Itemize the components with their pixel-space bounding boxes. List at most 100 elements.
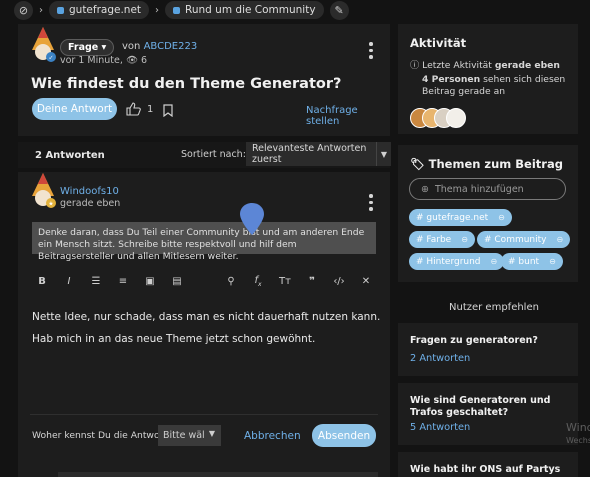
- next-answer-edge: [58, 472, 378, 477]
- sort-select[interactable]: Relevanteste Antworten zuerst ▼: [246, 142, 391, 166]
- recommend-card[interactable]: Wie habt ihr ONS auf Partys: [398, 452, 578, 477]
- tag-label: # gutefrage.net: [416, 212, 489, 223]
- chevron-right-icon: ›: [155, 4, 160, 16]
- plus-circle-icon: ⊕: [421, 183, 429, 195]
- tag-icon: 🏷︎: [410, 157, 425, 171]
- windows-activation-watermark: Wind Wechs: [566, 422, 590, 447]
- last-activity-label: Letzte Aktivität: [422, 60, 492, 71]
- recommend-question[interactable]: Wie habt ihr ONS auf Partys: [410, 464, 572, 476]
- avatar[interactable]: ✓: [30, 26, 56, 62]
- breadcrumb-item-gutefrage[interactable]: gutefrage.net: [49, 1, 150, 19]
- more-options-icon[interactable]: [369, 42, 373, 59]
- tag-gutefrage[interactable]: # gutefrage.net ⊖: [409, 209, 512, 226]
- chevron-down-icon: ▼: [208, 429, 215, 438]
- activity-title: Aktivität: [410, 36, 467, 50]
- author-link[interactable]: ABCDE223: [144, 41, 198, 52]
- answer-count: 2 Antworten: [35, 150, 105, 161]
- compass-icon[interactable]: ⊘: [14, 0, 33, 20]
- like-button[interactable]: 1: [126, 102, 153, 116]
- question-type-label: Frage: [68, 42, 99, 53]
- link-icon: ⊖: [461, 235, 468, 244]
- view-count: 6: [141, 55, 148, 66]
- chevron-down-icon: ▼: [376, 142, 391, 166]
- link-icon: ⊖: [490, 257, 498, 266]
- edit-pencil-icon[interactable]: ✎: [329, 0, 349, 20]
- viewer-avatar[interactable]: [446, 108, 466, 128]
- quote-icon[interactable]: ❞: [302, 276, 322, 287]
- text-size-icon[interactable]: Tт: [275, 276, 295, 287]
- question-type-badge[interactable]: Frage ▾: [60, 39, 115, 56]
- answers-header: 2 Antworten Sortiert nach: Relevanteste …: [18, 142, 391, 168]
- themes-card: 🏷︎ Themen zum Beitrag ⊕ Thema hinzufügen…: [398, 145, 578, 282]
- code-icon[interactable]: ‹/›: [329, 276, 349, 287]
- viewers-line: 4 Personen sehen sich diesen Beitrag ger…: [410, 74, 572, 98]
- tag-label: # bunt: [508, 256, 540, 267]
- format-toolbar: B I ☰ ≡ ▣ ▤ ⚲ fx Tт ❞ ‹/› ✕: [32, 275, 376, 288]
- recommend-card[interactable]: Wie sind Generatoren und Trafos geschalt…: [398, 383, 578, 445]
- italic-icon[interactable]: I: [59, 276, 79, 287]
- link-icon[interactable]: ⚲: [221, 276, 241, 287]
- chevron-right-icon: ›: [39, 4, 43, 16]
- recommend-card[interactable]: Fragen zu generatoren? 2 Antworten: [398, 323, 578, 376]
- tag-bunt[interactable]: # bunt ⊖: [501, 253, 563, 270]
- add-theme-input[interactable]: ⊕ Thema hinzufügen: [409, 178, 566, 200]
- clear-format-icon[interactable]: ✕: [356, 276, 376, 287]
- clock-icon: ⓘ: [410, 60, 420, 71]
- community-hint: Denke daran, dass Du Teil einer Communit…: [32, 222, 376, 262]
- author-line: von ABCDE223: [122, 41, 197, 52]
- author-prefix: von: [122, 41, 141, 52]
- viewer-count: 4 Personen: [422, 74, 481, 85]
- source-value: Bitte wäl: [163, 430, 205, 441]
- answer-text[interactable]: Nette Idee, nur schade, dass man es nich…: [32, 306, 380, 350]
- link-icon: ⊖: [498, 213, 505, 222]
- video-icon[interactable]: ▤: [167, 276, 187, 287]
- tag-community[interactable]: # Community ⊖: [477, 231, 571, 248]
- activity-card: Aktivität ⓘ Letzte Aktivität gerade eben…: [398, 24, 578, 134]
- recommend-heading: Nutzer empfehlen: [449, 302, 539, 313]
- cancel-button[interactable]: Abbrechen: [244, 430, 301, 442]
- link-icon: ⊖: [549, 257, 556, 266]
- follow-up-link[interactable]: Nachfrage stellen: [306, 105, 390, 127]
- svg-text:✓: ✓: [48, 55, 53, 62]
- source-label: Woher kennst Du die Antwort?: [32, 430, 172, 441]
- like-count: 1: [147, 103, 154, 115]
- tag-color-icon: [57, 6, 64, 14]
- answer-author[interactable]: Windoofs10: [60, 186, 119, 197]
- themes-title: 🏷︎ Themen zum Beitrag: [410, 157, 563, 171]
- link-icon: ⊖: [556, 235, 564, 244]
- numbered-list-icon[interactable]: ≡: [113, 276, 133, 287]
- recommend-answers-link[interactable]: 2 Antworten: [410, 353, 470, 364]
- tag-hintergrund[interactable]: # Hintergrund ⊖: [409, 253, 505, 270]
- add-theme-placeholder: Thema hinzufügen: [434, 183, 524, 195]
- bookmark-icon[interactable]: [163, 104, 173, 117]
- avatar[interactable]: ★: [30, 172, 56, 208]
- tag-label: # Community: [484, 234, 547, 245]
- sort-value: Relevanteste Antworten zuerst: [252, 143, 367, 165]
- recommend-question[interactable]: Fragen zu generatoren?: [410, 335, 572, 347]
- watermark-line: Wechs: [566, 436, 590, 445]
- recommend-question[interactable]: Wie sind Generatoren und Trafos geschalt…: [410, 395, 572, 419]
- image-icon[interactable]: ▣: [140, 276, 160, 287]
- tag-farbe[interactable]: # Farbe ⊖: [409, 231, 475, 248]
- last-activity-value: gerade eben: [494, 60, 560, 71]
- sort-label: Sortiert nach:: [181, 149, 246, 160]
- divider: [30, 414, 378, 415]
- formula-icon[interactable]: fx: [248, 275, 268, 288]
- recommend-answers-link[interactable]: 5 Antworten: [410, 422, 470, 433]
- question-card: ✓ Frage ▾ von ABCDE223 vor 1 Minute, 👁 6…: [18, 24, 390, 136]
- eye-icon: 👁: [125, 55, 138, 66]
- thumbs-up-icon: [126, 102, 141, 116]
- breadcrumb-item-community[interactable]: Rund um die Community: [165, 1, 324, 19]
- bullet-list-icon[interactable]: ☰: [86, 276, 106, 287]
- question-meta: vor 1 Minute, 👁 6: [60, 55, 147, 66]
- bold-icon[interactable]: B: [32, 276, 52, 287]
- tag-label: # Farbe: [416, 234, 452, 245]
- breadcrumb-label: gutefrage.net: [69, 4, 142, 16]
- watermark-line: Wind: [566, 421, 590, 434]
- answer-button[interactable]: Deine Antwort: [32, 98, 117, 120]
- svg-text:★: ★: [48, 201, 53, 208]
- more-options-icon[interactable]: [369, 194, 373, 211]
- source-select[interactable]: Bitte wäl ▼: [158, 425, 221, 446]
- question-time: vor 1 Minute,: [60, 55, 123, 66]
- submit-button[interactable]: Absenden: [312, 424, 376, 447]
